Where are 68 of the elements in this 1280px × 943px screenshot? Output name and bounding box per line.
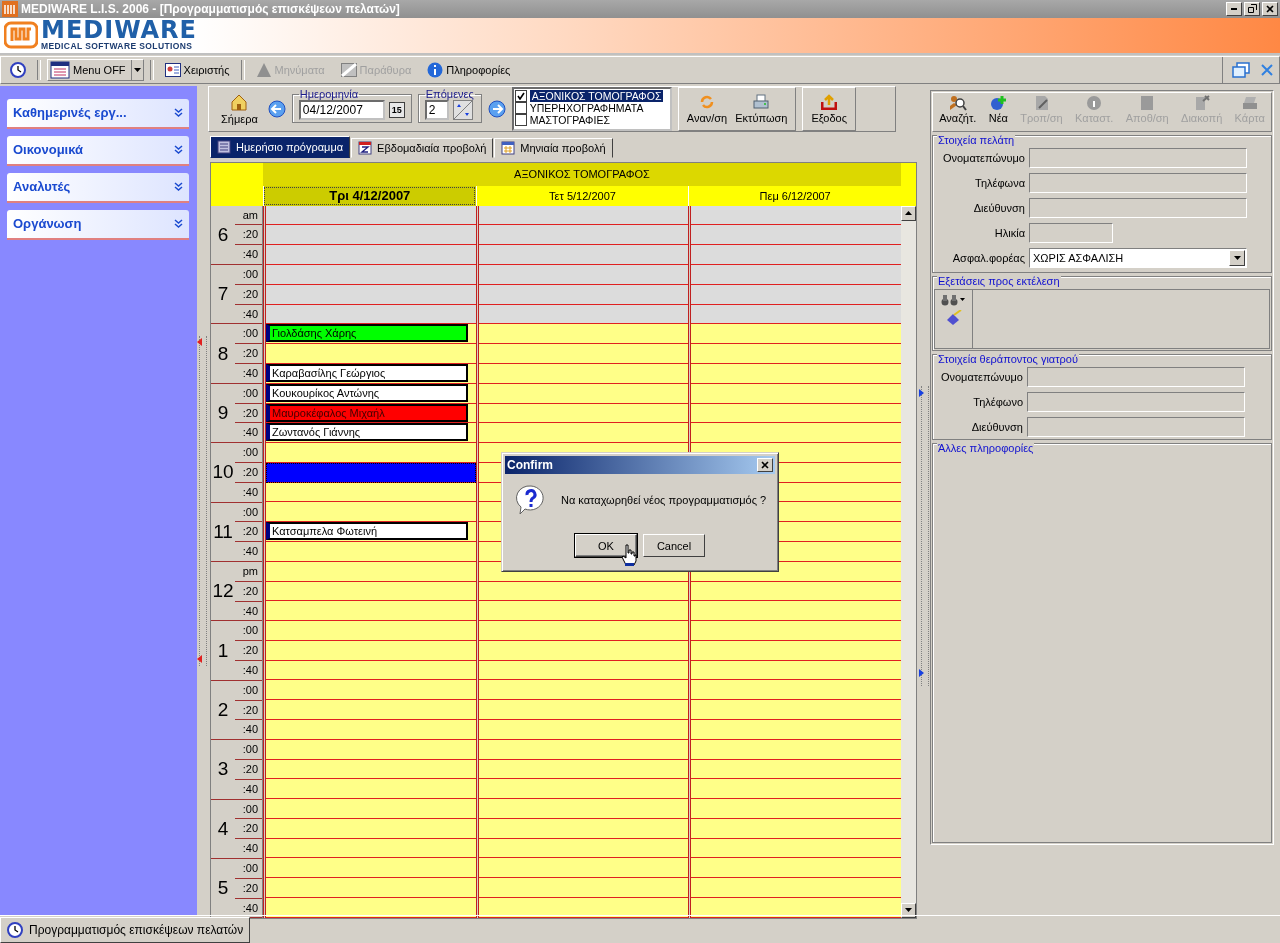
- time-label: am: [235, 205, 262, 226]
- time-label: :40: [241, 900, 259, 916]
- time-label: :00: [235, 324, 262, 345]
- time-label: :00: [235, 859, 262, 879]
- hour-label: 3: [216, 758, 230, 781]
- dialog-title: Confirm: [507, 458, 553, 472]
- time-label: :20: [235, 522, 262, 543]
- resource-header: ΑΞΟΝΙΚΟΣ ΤΟΜΟΓΡΑΦΟΣ: [263, 162, 901, 186]
- time-label: :00: [235, 502, 262, 523]
- hour-label: 7: [216, 283, 230, 306]
- time-label: :40: [241, 425, 259, 441]
- time-label: :00: [235, 621, 262, 642]
- group-label: Επόμενες: [424, 88, 475, 101]
- time-label: :00: [235, 265, 262, 285]
- time-label: :40: [241, 247, 259, 263]
- time-label: :20: [235, 403, 262, 424]
- time-label: :20: [235, 641, 262, 661]
- time-label: :40: [241, 484, 259, 500]
- time-label: :40: [241, 663, 259, 678]
- time-label: :20: [235, 581, 262, 602]
- field-label: Τηλέφωνα: [974, 176, 1025, 189]
- time-label: :40: [241, 306, 259, 322]
- time-label: :00: [235, 799, 262, 820]
- time-label: :40: [241, 366, 259, 382]
- time-label: :40: [241, 781, 259, 797]
- time-label: :00: [235, 680, 262, 701]
- hour-label: 12: [211, 580, 235, 603]
- hour-label: 5: [216, 877, 230, 900]
- logo-tagline: MEDICAL SOFTWARE SOLUTIONS: [41, 41, 194, 52]
- time-label: :40: [241, 544, 259, 560]
- time-label: :20: [235, 225, 262, 246]
- time-label: :20: [235, 760, 262, 780]
- hour-label: 11: [212, 520, 234, 543]
- time-label: pm: [235, 562, 262, 582]
- field-label: Ηλικία: [993, 226, 1025, 239]
- dialog-message: Να καταχωρηθεί νέος προγραμματισμός ?: [561, 494, 767, 506]
- group-title: Άλλες πληροφορίες: [937, 441, 1035, 454]
- time-label: :20: [235, 284, 262, 305]
- time-label: :20: [235, 700, 262, 721]
- hour-label: 8: [216, 342, 230, 365]
- hour-label: 10: [211, 461, 235, 484]
- window-title: MEDIWARE L.I.S. 2006 - [Προγραμματισμός επισκέψεων πελατών]: [21, 1, 401, 16]
- hour-label: 9: [216, 402, 230, 425]
- field-label: Ασφαλ.φορέας: [951, 251, 1025, 264]
- hour-label: 2: [216, 699, 230, 721]
- group-title: Εξετάσεις προς εκτέλεση: [937, 274, 1061, 287]
- field-label: Ονοματεπώνυμο: [941, 151, 1025, 164]
- group-title: Στοιχεία πελάτη: [937, 133, 1016, 146]
- time-label: :20: [235, 819, 262, 840]
- hour-label: 6: [216, 223, 230, 246]
- time-label: :40: [241, 841, 259, 857]
- field-label: Τηλέφωνο: [972, 395, 1023, 408]
- time-label: :00: [235, 383, 262, 404]
- time-label: :40: [241, 722, 259, 738]
- group-title: Στοιχεία θεράποντος γιατρού: [937, 352, 1079, 365]
- time-label: :20: [235, 344, 262, 365]
- hour-label: 4: [216, 817, 230, 840]
- time-label: :20: [235, 878, 262, 899]
- time-label: :40: [241, 603, 259, 619]
- time-label: :00: [235, 443, 262, 464]
- field-label: Διεύθυνση: [972, 201, 1025, 214]
- field-label: Διεύθυνση: [970, 420, 1023, 433]
- group-label: Ημερομηνία: [298, 88, 360, 101]
- time-label: :00: [235, 740, 262, 760]
- time-label: :20: [235, 463, 262, 483]
- field-label: Ονοματεπώνυμο: [939, 370, 1023, 383]
- logo-text: MEDIWARE: [41, 19, 197, 42]
- hour-label: 1: [216, 639, 230, 662]
